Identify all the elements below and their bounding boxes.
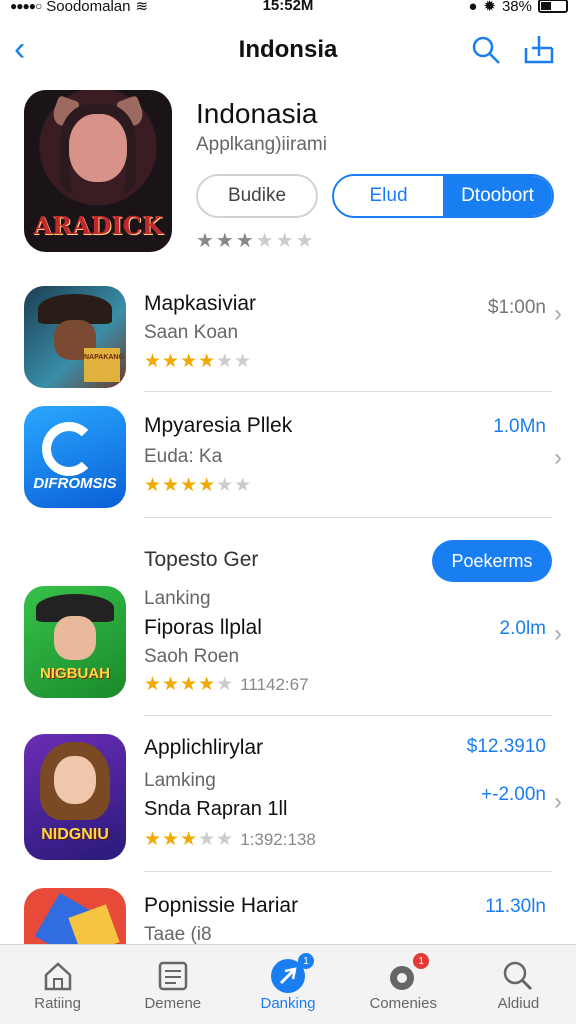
home-icon bbox=[38, 957, 78, 995]
search-icon[interactable] bbox=[470, 34, 502, 71]
list-item[interactable]: Topesto Ger Poekerms Lanking NIGBUAH Fip… bbox=[0, 518, 576, 716]
section-title: Topesto Ger bbox=[144, 548, 259, 571]
list-icon bbox=[153, 957, 193, 995]
battery-icon bbox=[538, 0, 568, 13]
featured-app-icon[interactable]: ARADICK bbox=[24, 90, 172, 252]
navigation-bar: ‹ Indonsia bbox=[0, 28, 576, 74]
chevron-right-icon[interactable]: › bbox=[554, 444, 562, 472]
app-name: Mpyaresia Pllek bbox=[144, 414, 293, 437]
notification-badge: 1 bbox=[413, 953, 430, 969]
app-art-text: NAPAKANG bbox=[84, 348, 124, 382]
tab-danking[interactable]: 1 Danking bbox=[230, 945, 345, 1024]
chevron-right-icon[interactable]: › bbox=[554, 788, 562, 816]
status-bar: ●●●●○ Soodomalan ≋ 15:52M ● ✹ 38% bbox=[0, 0, 576, 20]
lock-icon: ● bbox=[468, 0, 478, 15]
app-art-text: NIGBUAH bbox=[40, 665, 110, 682]
search-icon bbox=[498, 957, 538, 995]
battery-percent: 38% bbox=[501, 0, 532, 15]
app-art-text: NIDGNIU bbox=[41, 826, 109, 843]
featured-app-name: Indonasia bbox=[196, 98, 318, 129]
list-item[interactable]: Popnissie Hariar Taae (i8 11.30ln bbox=[0, 872, 576, 944]
app-price-top[interactable]: $12.3910 bbox=[467, 736, 546, 758]
tab-demene[interactable]: Demene bbox=[115, 945, 230, 1024]
tab-rating[interactable]: Ratiing bbox=[0, 945, 115, 1024]
tab-bar: Ratiing Demene 1 Danking 1 Comenies Aldi… bbox=[0, 944, 576, 1024]
app-label: Lamking bbox=[144, 770, 216, 791]
tab-label: Aldiud bbox=[497, 995, 540, 1012]
app-name: Popnissie Hariar bbox=[144, 894, 299, 917]
tab-comenies[interactable]: 1 Comenies bbox=[346, 945, 461, 1024]
face-shape bbox=[54, 756, 96, 804]
app-rating: ★★★★★★ bbox=[144, 475, 253, 496]
app-label: Lanking bbox=[144, 588, 211, 609]
featured-app-subtitle: Applkang)iirami bbox=[196, 134, 327, 155]
featured-rating: ★★★★★★ bbox=[196, 230, 316, 252]
app-subtitle: Saoh Roen bbox=[144, 646, 240, 667]
app-icon[interactable]: NIDGNIU bbox=[24, 734, 126, 860]
app-subtitle: Euda: Ka bbox=[144, 446, 223, 467]
action-button[interactable]: Poekerms bbox=[432, 540, 552, 582]
app-icon[interactable] bbox=[24, 888, 126, 944]
app-icon[interactable]: NAPAKANG bbox=[24, 286, 126, 388]
tab-label: Demene bbox=[144, 995, 202, 1012]
app-price[interactable]: $1:00n bbox=[488, 297, 546, 319]
app-price[interactable]: 11.30ln bbox=[485, 896, 546, 918]
app-art-text: DIFROMSIS bbox=[33, 475, 117, 492]
app-rating: ★★★★★★ bbox=[144, 351, 253, 372]
face-shape bbox=[54, 616, 96, 660]
segment-left[interactable]: Elud bbox=[334, 176, 443, 216]
list-item[interactable]: NAPAKANG Mapkasiviar Saan Koan ★★★★★★ $1… bbox=[0, 270, 576, 392]
app-subtitle: Saan Koan bbox=[144, 322, 239, 343]
app-name: Mapkasiviar bbox=[144, 292, 257, 315]
segment-right[interactable]: Dtoobort bbox=[443, 176, 552, 216]
app-price[interactable]: +-2.00n bbox=[481, 784, 546, 806]
list-item[interactable]: NIDGNIU Applichlirylar $12.3910 Lamking … bbox=[0, 716, 576, 872]
rating-count: 1:392:138 bbox=[240, 830, 316, 849]
tab-label: Danking bbox=[260, 995, 316, 1012]
face-shape bbox=[69, 114, 127, 182]
logo-shape bbox=[42, 422, 96, 476]
chevron-right-icon[interactable]: › bbox=[554, 620, 562, 648]
featured-app-art-text: ARADICK bbox=[33, 211, 163, 240]
tab-label: Ratiing bbox=[34, 995, 81, 1012]
rating-count: 11142:67 bbox=[240, 675, 309, 694]
app-price[interactable]: 1.0Mn bbox=[493, 416, 546, 438]
share-icon[interactable] bbox=[522, 34, 556, 71]
tab-aldiud[interactable]: Aldiud bbox=[461, 945, 576, 1024]
compass-icon: 1 bbox=[268, 953, 314, 995]
app-subtitle: Taae (i8 bbox=[144, 924, 212, 944]
app-rating: ★★★★★ 11142:67 bbox=[144, 674, 309, 695]
notification-badge: 1 bbox=[298, 953, 314, 969]
app-subtitle: Snda Rapran 1ll bbox=[144, 798, 288, 820]
app-icon[interactable]: NIGBUAH bbox=[24, 586, 126, 698]
list-item[interactable]: DIFROMSIS Mpyaresia Pllek Euda: Ka ★★★★★… bbox=[0, 392, 576, 518]
bluetooth-icon: ✹ bbox=[483, 0, 496, 15]
tab-label: Comenies bbox=[369, 995, 437, 1012]
app-icon[interactable]: DIFROMSIS bbox=[24, 406, 126, 508]
app-price[interactable]: 2.0lm bbox=[500, 618, 546, 640]
secondary-button[interactable]: Budike bbox=[196, 174, 318, 218]
app-name: Applichlirylar bbox=[144, 736, 264, 759]
chat-icon: 1 bbox=[383, 953, 430, 995]
app-name: Fiporas llplal bbox=[144, 616, 262, 639]
segmented-control: Elud Dtoobort bbox=[332, 174, 554, 218]
featured-app: ARADICK Indonasia Applkang)iirami Budike… bbox=[24, 90, 554, 260]
app-rating: ★★★★★ 1:392:138 bbox=[144, 829, 316, 850]
chevron-right-icon[interactable]: › bbox=[554, 300, 562, 328]
